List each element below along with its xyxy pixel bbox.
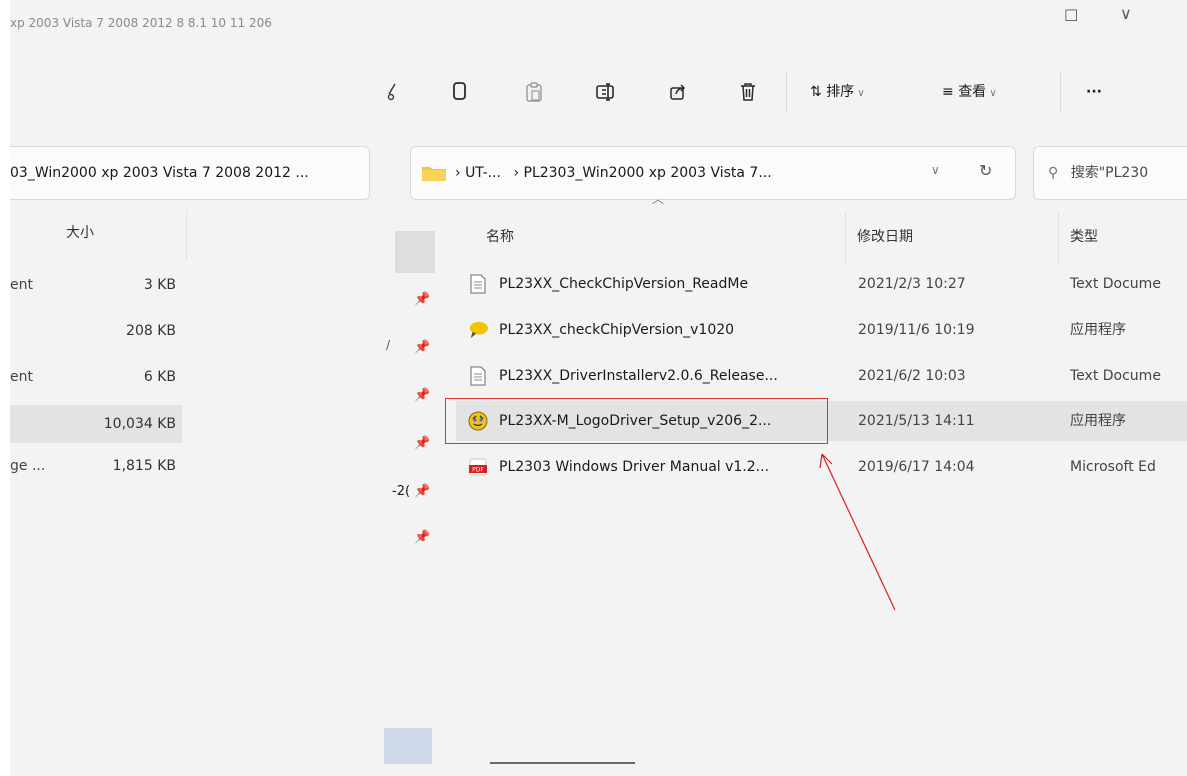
sort-label: 排序 bbox=[826, 84, 855, 100]
file-name: PL23XX_CheckChipVersion_ReadMe bbox=[499, 276, 749, 292]
search-input[interactable]: ⚲ 搜索"PL230 bbox=[1033, 146, 1187, 200]
svg-text:PDF: PDF bbox=[472, 467, 484, 474]
background-address-bar[interactable]: 03_Win2000 xp 2003 Vista 7 2008 2012 ... bbox=[10, 146, 370, 200]
pdf-icon: PDF bbox=[468, 457, 488, 477]
background-file-row[interactable]: ent 3 KB bbox=[10, 266, 182, 304]
column-header-name[interactable]: 名称 bbox=[486, 222, 514, 252]
file-type: 应用程序 bbox=[1070, 413, 1126, 429]
column-header-size[interactable]: 大小 bbox=[66, 222, 94, 252]
nav-pane-fragment: -2( bbox=[392, 484, 411, 499]
sort-icon: ⇅ bbox=[810, 84, 827, 100]
file-type: Text Docume bbox=[1070, 368, 1161, 384]
background-file-row[interactable]: ent 6 KB bbox=[10, 358, 182, 396]
file-type-cell: ent bbox=[10, 369, 33, 385]
file-name: PL23XX_DriverInstallerv2.0.6_Release... bbox=[499, 368, 778, 384]
chevron-down-icon: ∨ bbox=[854, 88, 865, 99]
annotation-arrow bbox=[819, 453, 896, 611]
breadcrumb: › UT-... › PL2303_Win2000 xp 2003 Vista … bbox=[455, 147, 772, 199]
column-divider[interactable] bbox=[845, 212, 846, 264]
folder-icon bbox=[421, 164, 447, 186]
list-view-icon: ≡ bbox=[942, 84, 959, 100]
more-options-button[interactable]: ··· bbox=[1086, 78, 1102, 106]
file-modified: 2019/11/6 10:19 bbox=[858, 322, 975, 338]
paste-icon[interactable] bbox=[516, 74, 552, 110]
text-file-icon bbox=[468, 366, 488, 386]
pin-icon[interactable]: 📌 bbox=[414, 436, 430, 451]
view-button[interactable]: ≡ 查看 ∨ bbox=[942, 78, 997, 106]
breadcrumb-item[interactable]: UT-... bbox=[465, 165, 501, 181]
maximize-button[interactable]: ☐ bbox=[1064, 6, 1078, 25]
column-divider[interactable] bbox=[1058, 212, 1059, 264]
background-file-row-selected[interactable]: 10,034 KB bbox=[10, 405, 182, 443]
pin-icon[interactable]: 📌 bbox=[414, 340, 430, 355]
column-header-modified[interactable]: 修改日期 bbox=[857, 222, 913, 252]
pin-icon[interactable]: 📌 bbox=[414, 484, 430, 499]
sort-button[interactable]: ⇅ 排序 ∨ bbox=[810, 78, 865, 106]
horizontal-scrollbar[interactable] bbox=[490, 762, 635, 764]
toolbar-divider bbox=[786, 72, 787, 112]
pin-icon[interactable]: 📌 bbox=[414, 388, 430, 403]
delete-icon[interactable] bbox=[730, 74, 766, 110]
pin-icon[interactable]: 📌 bbox=[414, 530, 430, 545]
nav-pane-fragment: / bbox=[386, 338, 391, 352]
file-type: Text Docume bbox=[1070, 276, 1161, 292]
pin-icon[interactable]: 📌 bbox=[414, 292, 430, 307]
breadcrumb-separator: › bbox=[513, 165, 520, 181]
breadcrumb-item-current[interactable]: PL2303_Win2000 xp 2003 Vista 7... bbox=[524, 165, 772, 181]
file-modified: 2021/2/3 10:27 bbox=[858, 276, 966, 292]
file-type: Microsoft Ed bbox=[1070, 459, 1156, 475]
file-size-cell: 208 KB bbox=[126, 323, 176, 339]
file-row[interactable]: PL23XX_DriverInstallerv2.0.6_Release... … bbox=[456, 356, 1187, 396]
nav-pane-bottom bbox=[384, 728, 432, 764]
file-modified: 2021/6/2 10:03 bbox=[858, 368, 966, 384]
search-placeholder: 搜索"PL230 bbox=[1070, 165, 1149, 181]
background-window-title: xp 2003 Vista 7 2008 2012 8 8.1 10 11 20… bbox=[10, 16, 272, 30]
file-size-cell: 10,034 KB bbox=[103, 416, 176, 432]
file-type-cell: ge ... bbox=[10, 458, 46, 474]
command-toolbar: ⇅ 排序 ∨ ≡ 查看 ∨ ··· bbox=[382, 60, 1187, 124]
file-size-cell: 3 KB bbox=[143, 277, 176, 293]
refresh-icon[interactable]: ↻ bbox=[979, 161, 992, 180]
annotation-highlight-box bbox=[445, 398, 828, 444]
text-file-icon bbox=[468, 274, 488, 294]
chevron-down-icon: ∨ bbox=[986, 88, 997, 99]
column-divider bbox=[186, 210, 187, 260]
background-file-row[interactable]: ge ... 1,815 KB bbox=[10, 447, 182, 485]
rename-icon[interactable] bbox=[588, 74, 624, 110]
sort-ascending-icon: ︿ bbox=[652, 192, 665, 206]
chevron-down-icon[interactable]: ∨ bbox=[1120, 4, 1132, 23]
file-row[interactable]: PL23XX_CheckChipVersion_ReadMe 2021/2/3 … bbox=[456, 264, 1187, 304]
nav-pane-item-hover[interactable] bbox=[395, 231, 435, 273]
share-icon[interactable] bbox=[660, 74, 696, 110]
cut-icon[interactable] bbox=[382, 74, 402, 110]
file-type: 应用程序 bbox=[1070, 322, 1126, 338]
file-modified: 2021/5/13 14:11 bbox=[858, 413, 975, 429]
window-controls: ☐ ∨ bbox=[1040, 0, 1187, 30]
search-icon: ⚲ bbox=[1048, 165, 1059, 181]
column-header-type[interactable]: 类型 bbox=[1070, 222, 1098, 252]
toolbar-divider bbox=[1060, 72, 1061, 112]
file-size-cell: 6 KB bbox=[143, 369, 176, 385]
file-name: PL2303 Windows Driver Manual v1.2... bbox=[499, 459, 770, 475]
background-file-row[interactable]: 208 KB bbox=[10, 312, 182, 350]
file-name: PL23XX_checkChipVersion_v1020 bbox=[499, 322, 735, 338]
file-size-cell: 1,815 KB bbox=[112, 458, 176, 474]
file-type-cell: ent bbox=[10, 277, 33, 293]
address-bar[interactable]: › UT-... › PL2303_Win2000 xp 2003 Vista … bbox=[410, 146, 1016, 200]
chevron-down-icon[interactable]: ∨ bbox=[931, 163, 940, 177]
view-label: 查看 bbox=[958, 84, 987, 100]
app-yellow-icon bbox=[468, 320, 488, 340]
breadcrumb-separator: › bbox=[455, 165, 461, 181]
file-row[interactable]: PL23XX_checkChipVersion_v1020 2019/11/6 … bbox=[456, 310, 1187, 350]
copy-icon[interactable] bbox=[442, 74, 478, 110]
